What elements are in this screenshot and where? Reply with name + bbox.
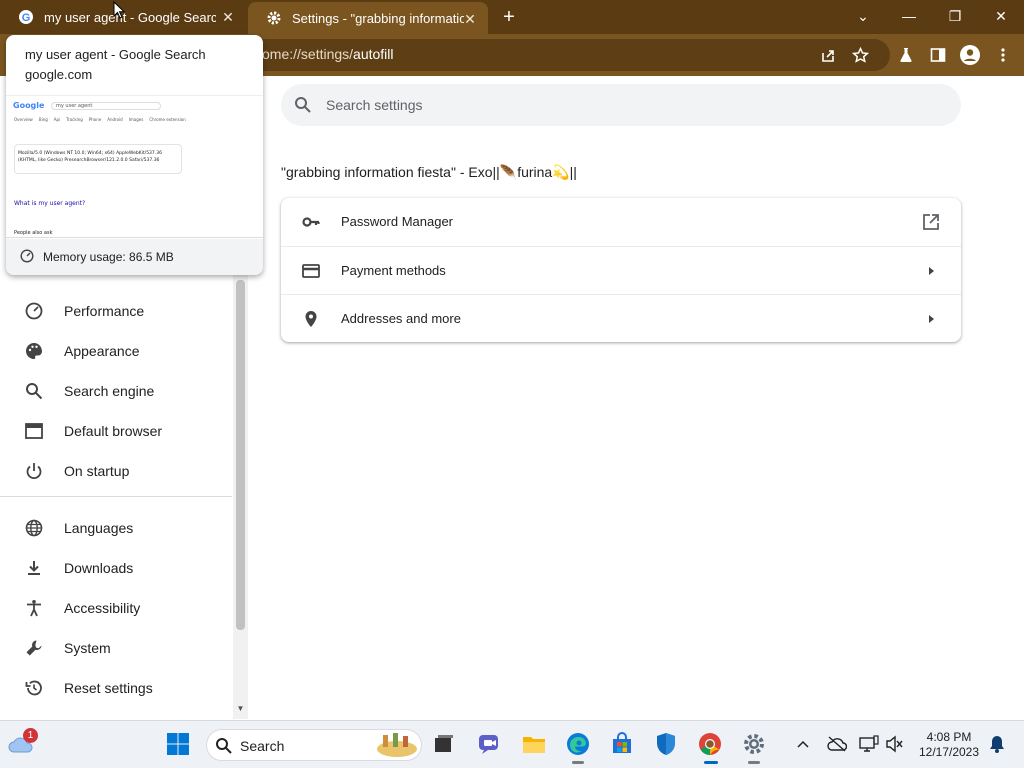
- active-app-indicator: [704, 761, 718, 764]
- scroll-down-arrow-icon[interactable]: ▼: [236, 704, 245, 716]
- bookmark-star-icon[interactable]: [850, 45, 870, 65]
- minimize-button[interactable]: —: [897, 5, 921, 27]
- sidebar-item-appearance[interactable]: Appearance: [0, 331, 232, 371]
- profile-title: "grabbing information fiesta" - Exo||🪶fu…: [281, 164, 577, 180]
- running-indicator: [572, 761, 584, 764]
- sidebar-item-downloads[interactable]: Downloads: [0, 548, 232, 588]
- file-explorer-icon[interactable]: [521, 731, 547, 757]
- title-bar: G my user agent - Google Search ✕ Settin…: [0, 0, 1024, 34]
- memory-gauge-icon: [20, 249, 34, 268]
- notification-bell-icon[interactable]: [986, 731, 1008, 757]
- microsoft-store-icon[interactable]: [609, 731, 635, 757]
- search-icon: [215, 737, 233, 760]
- profile-avatar-icon[interactable]: [960, 45, 980, 65]
- globe-icon: [24, 518, 44, 538]
- search-settings-input[interactable]: Search settings: [281, 84, 961, 126]
- tab-settings[interactable]: Settings - "grabbing information fiesta"…: [248, 2, 488, 34]
- windows-security-icon[interactable]: [653, 731, 679, 757]
- wrench-icon: [24, 638, 44, 658]
- taskbar-search-box[interactable]: Search: [206, 729, 422, 761]
- key-icon: [301, 212, 321, 232]
- sidebar-scrollbar-thumb[interactable]: [236, 280, 245, 630]
- notification-badge: 1: [23, 728, 38, 743]
- sidebar-item-reset-settings[interactable]: Reset settings: [0, 668, 232, 708]
- labs-flask-icon[interactable]: [896, 45, 916, 65]
- address-bar[interactable]: ome://settings/autofill: [210, 39, 890, 71]
- thumb-query: my user agent: [51, 102, 161, 110]
- memory-usage-footer: Memory usage: 86.5 MB: [6, 239, 263, 275]
- sidebar-item-search-engine[interactable]: Search engine: [0, 371, 232, 411]
- url-text: ome://settings/autofill: [262, 46, 394, 62]
- search-highlight-image-icon: [375, 731, 419, 764]
- tab-title: Settings - "grabbing information fiesta"…: [292, 10, 464, 26]
- settings-gear-icon[interactable]: [741, 731, 767, 757]
- hover-card-domain: google.com: [25, 67, 93, 82]
- thumb-logo: Google: [13, 101, 45, 110]
- payment-methods-row[interactable]: Payment methods: [281, 247, 961, 295]
- download-icon: [24, 558, 44, 578]
- network-display-icon[interactable]: [858, 731, 880, 757]
- accessibility-icon: [24, 598, 44, 618]
- tab-hover-card: my user agent - Google Search google.com…: [6, 35, 263, 275]
- side-panel-icon[interactable]: [928, 45, 948, 65]
- autofill-card: Password Manager Payment methods Address…: [281, 198, 961, 342]
- share-icon[interactable]: [818, 45, 838, 65]
- close-tab-icon[interactable]: ✕: [220, 9, 236, 25]
- browser-window-icon: [24, 421, 44, 441]
- windows-start-icon[interactable]: [165, 731, 191, 757]
- search-icon: [24, 381, 44, 401]
- google-favicon-icon: G: [18, 9, 34, 25]
- close-tab-icon[interactable]: ✕: [462, 11, 478, 27]
- arrow-right-icon[interactable]: [921, 309, 941, 329]
- power-icon: [24, 461, 44, 481]
- location-pin-icon: [301, 309, 321, 329]
- sidebar-item-system[interactable]: System: [0, 628, 232, 668]
- chrome-browser-icon[interactable]: [697, 731, 723, 757]
- hover-card-title: my user agent - Google Search: [25, 47, 206, 62]
- cloud-offline-icon[interactable]: [826, 731, 848, 757]
- teams-chat-icon[interactable]: [477, 731, 503, 757]
- svg-text:G: G: [22, 12, 31, 24]
- external-link-icon[interactable]: [921, 212, 941, 232]
- show-hidden-icons-chevron-icon[interactable]: [793, 731, 813, 757]
- palette-icon: [24, 341, 44, 361]
- sidebar-item-accessibility[interactable]: Accessibility: [0, 588, 232, 628]
- sidebar-item-performance[interactable]: Performance: [0, 291, 232, 331]
- close-window-button[interactable]: ✕: [989, 5, 1013, 27]
- system-clock[interactable]: 4:08 PM 12/17/2023: [916, 730, 982, 760]
- restore-button[interactable]: ❐: [943, 5, 967, 27]
- sidebar-item-default-browser[interactable]: Default browser: [0, 411, 232, 451]
- edge-browser-icon[interactable]: [565, 731, 591, 757]
- sidebar-item-languages[interactable]: Languages: [0, 508, 232, 548]
- new-tab-button[interactable]: +: [498, 7, 520, 27]
- task-view-icon[interactable]: [431, 731, 457, 757]
- password-manager-row[interactable]: Password Manager: [281, 198, 961, 246]
- tab-preview-thumbnail: Google my user agent Overview Bing Api T…: [6, 95, 263, 238]
- arrow-right-icon[interactable]: [921, 261, 941, 281]
- performance-gauge-icon: [24, 301, 44, 321]
- tab-search-dropdown-icon[interactable]: ⌄: [851, 5, 875, 27]
- sidebar-item-on-startup[interactable]: On startup: [0, 451, 232, 491]
- history-icon: [24, 678, 44, 698]
- volume-muted-icon[interactable]: [884, 731, 906, 757]
- search-placeholder: Search settings: [326, 97, 423, 113]
- tab-title: my user agent - Google Search: [44, 9, 216, 25]
- search-icon: [294, 96, 312, 119]
- sidebar-divider: [0, 496, 232, 497]
- addresses-row[interactable]: Addresses and more: [281, 295, 961, 343]
- windows-taskbar: 1 Search 4:08 PM 12/17/2023: [0, 720, 1024, 768]
- mouse-cursor-icon: [113, 0, 126, 24]
- running-indicator: [748, 761, 760, 764]
- credit-card-icon: [301, 261, 321, 281]
- more-menu-icon[interactable]: [993, 45, 1013, 65]
- gear-favicon-icon: [266, 10, 282, 26]
